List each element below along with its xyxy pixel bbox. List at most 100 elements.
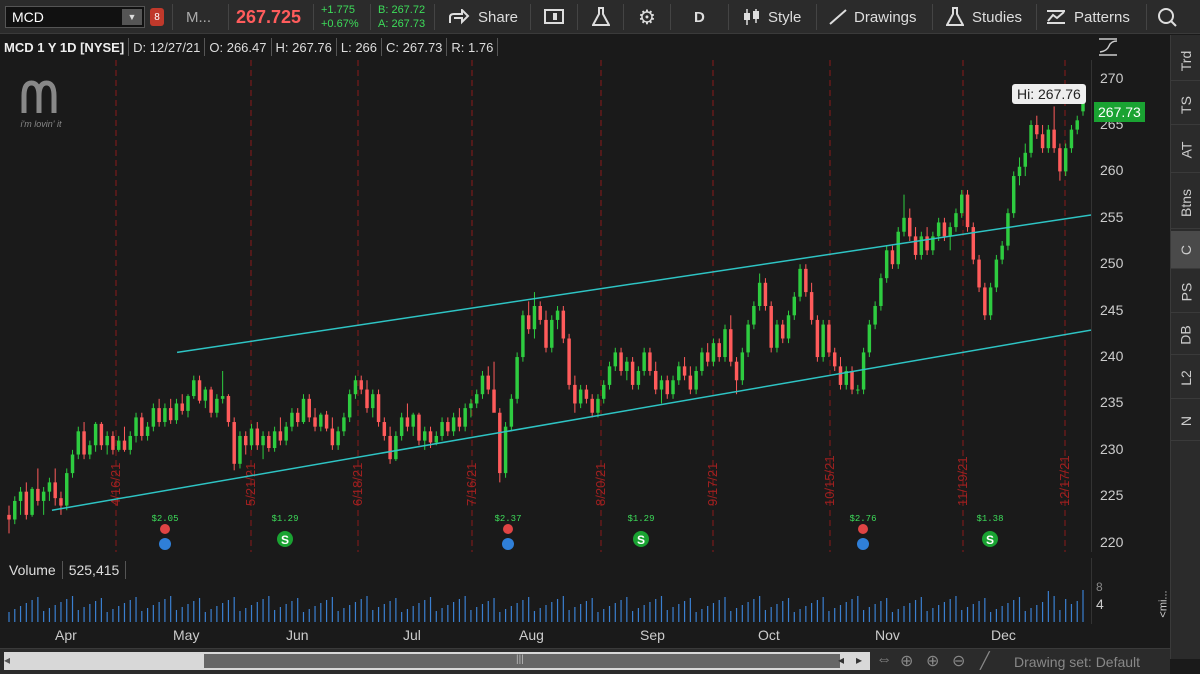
drawings-button[interactable]: Drawings [828, 0, 917, 34]
volume-bar [239, 611, 241, 622]
volume-bar [701, 609, 703, 622]
horizontal-scrollbar[interactable]: ◂ ||| ◂ ▸ [4, 652, 870, 670]
volume-bar [106, 612, 108, 622]
patterns-button[interactable]: Patterns [1046, 0, 1130, 34]
patterns-icon [1047, 10, 1065, 24]
last-price-label: 267.73 [1094, 102, 1145, 122]
volume-bar [435, 611, 437, 622]
symbol-input[interactable]: MCD ▼ [5, 6, 145, 28]
price-chart[interactable]: 4/16/21 5/21/21 6/18/21 7/16/21 8/20/21 9/17/… [3, 60, 1092, 552]
collapse-toggle[interactable]: <mi... [1158, 590, 1170, 617]
net-change: +1.775 [321, 4, 355, 16]
volume-bar [406, 609, 409, 622]
scroll-thumb[interactable]: ||| [204, 654, 840, 668]
volume-bar [158, 602, 160, 622]
candle-up [607, 366, 612, 385]
study-line-icon[interactable] [1097, 37, 1119, 57]
candle-down [781, 324, 785, 339]
split-icon-glyph: S [281, 533, 289, 547]
price-axis[interactable]: 270 265 260 255 250 245 240 235 230 225 220 Hi: 26… [1012, 60, 1169, 552]
candle-down [388, 435, 392, 460]
candle-up [948, 227, 952, 237]
zoom-in-icon[interactable]: ⊕ [926, 651, 939, 671]
volume-bar [516, 603, 518, 622]
expand-icon[interactable]: ⇔ [876, 651, 892, 669]
drawing-line-icon[interactable]: ╱ [980, 651, 990, 671]
volume-bar [1041, 602, 1044, 622]
gear-icon[interactable]: ⚙ [638, 0, 656, 34]
sidebar-tab-label: N [1178, 415, 1194, 426]
volume-bar [522, 600, 524, 622]
candle-down [544, 319, 548, 348]
sidebar-tab-l2[interactable]: L2 [1171, 357, 1200, 399]
divider [125, 561, 127, 579]
chart-settings-button[interactable] [544, 0, 564, 34]
event-amount: $2.37 [494, 514, 521, 524]
volume-bar [493, 598, 495, 622]
scroll-left-icon[interactable]: ◂ [4, 653, 10, 667]
volume-chart[interactable] [3, 582, 1091, 624]
chart-title[interactable]: MCD 1 Y 1D [NYSE] [0, 40, 128, 55]
volume-bar [25, 603, 27, 622]
divider [228, 4, 229, 30]
chevron-down-icon[interactable]: ▼ [122, 9, 142, 25]
candle-down [653, 370, 658, 390]
link-group-icon[interactable]: 8 [150, 8, 164, 26]
volume-bar [112, 609, 114, 622]
volume-label[interactable]: Volume [3, 562, 62, 578]
volume-bar [343, 608, 345, 622]
volume-bar [227, 600, 230, 622]
sidebar-tab-btns[interactable]: Btns [1171, 177, 1200, 229]
sidebar-tab-db[interactable]: DB [1171, 315, 1200, 355]
volume-bar [707, 606, 709, 622]
volume-bar [943, 602, 946, 622]
search-button[interactable] [1156, 0, 1178, 34]
sidebar-tab-ps[interactable]: PS [1171, 271, 1200, 313]
candle-up [746, 324, 750, 353]
aggregation-button[interactable]: D [694, 0, 705, 34]
crosshair-icon[interactable]: ⊕ [900, 651, 913, 671]
volume-bar [285, 604, 287, 622]
volume-bar [1070, 604, 1073, 622]
candle-up [105, 435, 109, 446]
candle-down [804, 268, 808, 293]
style-button[interactable]: Style [742, 0, 801, 34]
candle-up [30, 488, 34, 515]
candle-up [186, 396, 190, 411]
volume-bar [747, 602, 749, 622]
sidebar-tab-at[interactable]: AT [1171, 127, 1200, 173]
sidebar-tab-c[interactable]: C [1171, 231, 1200, 269]
candle-down [573, 384, 577, 404]
volume-bar [914, 600, 917, 622]
volume-bar [325, 600, 328, 622]
share-button[interactable]: Share [448, 0, 518, 34]
volume-bar [1047, 591, 1049, 622]
last-price: 267.725 [236, 6, 302, 27]
volume-bar [874, 604, 876, 622]
volume-bar [799, 609, 801, 622]
candle-down [278, 431, 283, 441]
volume-bar [551, 602, 553, 622]
candle-down [330, 428, 335, 446]
sidebar-tab-trd[interactable]: Trd [1171, 41, 1200, 81]
studies-button[interactable]: Studies [946, 0, 1022, 34]
sidebar-tab-ts[interactable]: TS [1171, 85, 1200, 125]
candle-up [1063, 148, 1068, 172]
candle-up [238, 435, 242, 464]
scroll-back-icon[interactable]: ◂ [838, 653, 844, 667]
patterns-label: Patterns [1074, 8, 1130, 26]
lab-button[interactable] [592, 0, 610, 34]
scroll-forward-icon[interactable]: ▸ [856, 653, 862, 667]
time-axis[interactable]: Apr May Jun Jul Aug Sep Oct Nov Dec [3, 624, 1091, 646]
volume-bar [718, 600, 720, 622]
volume-bar [66, 599, 68, 622]
volume-tick: 4 [1096, 596, 1104, 612]
sidebar-tab-n[interactable]: N [1171, 401, 1200, 441]
volume-bar [129, 600, 131, 622]
candle-up [451, 417, 456, 432]
price-tick: 225 [1100, 487, 1124, 504]
chart-canvas[interactable]: 4/16/21 5/21/21 6/18/21 7/16/21 8/20/21 9/17/… [3, 60, 1092, 552]
drawing-set-selector[interactable]: Drawing set: Default [1014, 654, 1140, 670]
zoom-out-icon[interactable]: ⊖ [952, 651, 965, 671]
volume-bar [193, 601, 195, 622]
